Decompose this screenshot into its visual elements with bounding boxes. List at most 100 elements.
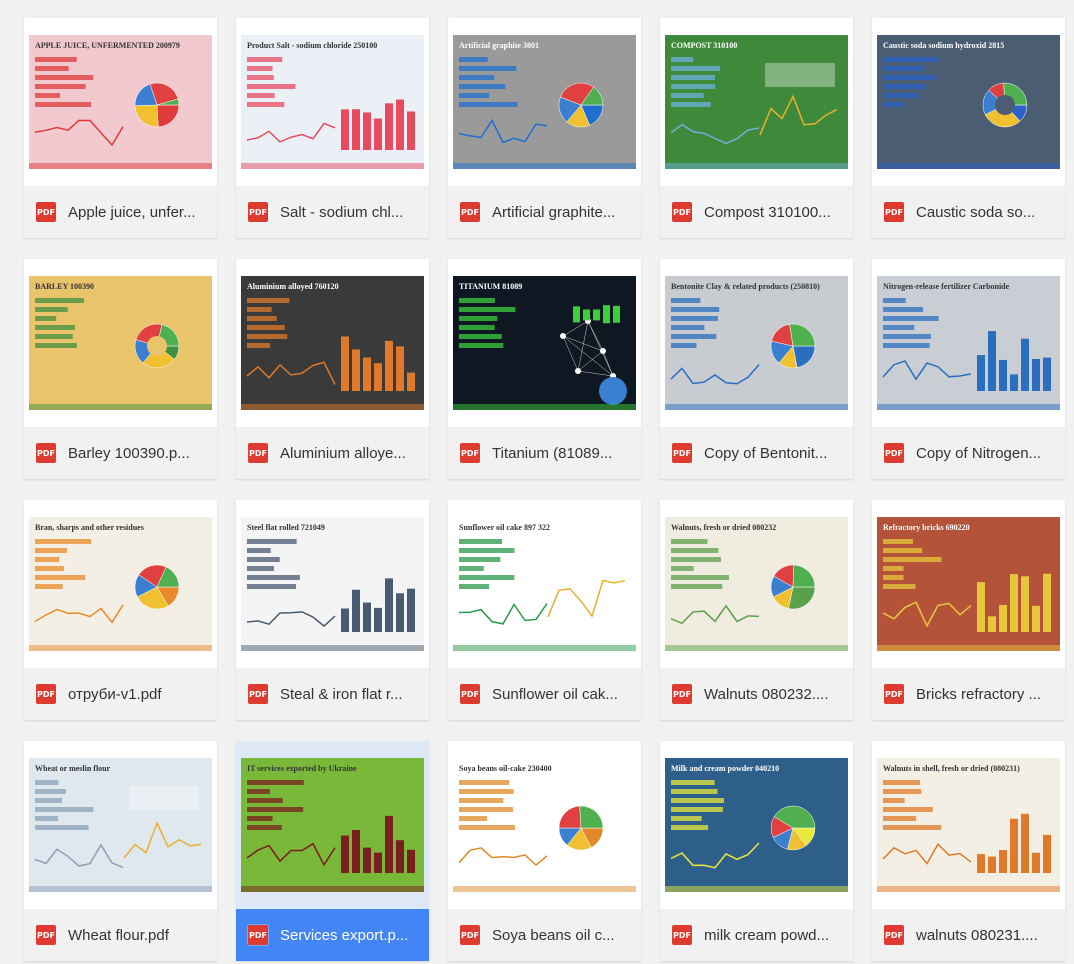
- file-caption[interactable]: PDF walnuts 080231....: [872, 909, 1065, 961]
- file-caption[interactable]: PDF Soya beans oil c...: [448, 909, 641, 961]
- pdf-icon: PDF: [884, 925, 904, 945]
- file-caption[interactable]: PDF Titanium (81089...: [448, 427, 641, 479]
- file-caption[interactable]: PDF Barley 100390.p...: [24, 427, 217, 479]
- file-thumbnail-area[interactable]: Soya beans oil-cake 230400: [448, 741, 641, 909]
- file-thumbnail-area[interactable]: Bentonite Clay & related products (25081…: [660, 259, 853, 427]
- file-card[interactable]: Wheat or meslin flour PDF Wheat flour.pdf: [24, 741, 217, 961]
- file-name: Walnuts 080232....: [704, 685, 829, 703]
- thumbnail-title: IT services exported by Ukraine: [247, 764, 357, 773]
- thumbnail-title: BARLEY 100390: [35, 282, 94, 291]
- pdf-icon: PDF: [460, 443, 480, 463]
- file-thumbnail: Sunflower oil cake 897 322: [453, 517, 636, 651]
- file-name: Sunflower oil cak...: [492, 685, 618, 703]
- file-thumbnail: Aluminium alloyed 760120: [241, 276, 424, 410]
- file-thumbnail-area[interactable]: Refractory bricks 690220: [872, 500, 1065, 668]
- file-caption[interactable]: PDF Sunflower oil cak...: [448, 668, 641, 720]
- file-caption[interactable]: PDF Services export.p...: [236, 909, 429, 961]
- file-caption[interactable]: PDF Walnuts 080232....: [660, 668, 853, 720]
- thumbnail-title: Bran, sharps and other residues: [35, 523, 144, 532]
- thumbnail-preview: TITANIUM 81089: [453, 276, 636, 410]
- file-card[interactable]: Walnuts in shell, fresh or dried (080231…: [872, 741, 1065, 961]
- file-card[interactable]: Aluminium alloyed 760120 PDF Aluminium all…: [236, 259, 429, 479]
- file-name: отруби-v1.pdf: [68, 685, 162, 703]
- pdf-icon: PDF: [248, 925, 268, 945]
- file-caption[interactable]: PDF отруби-v1.pdf: [24, 668, 217, 720]
- file-card[interactable]: APPLE JUICE, UNFERMENTED 200979 PDF Apple …: [24, 18, 217, 238]
- pdf-icon: PDF: [884, 202, 904, 222]
- file-card[interactable]: TITANIUM 81089 PDF Titanium (81089...: [448, 259, 641, 479]
- pdf-icon: PDF: [36, 925, 56, 945]
- thumbnail-preview: Aluminium alloyed 760120: [241, 276, 424, 410]
- pdf-icon: PDF: [36, 202, 56, 222]
- file-card[interactable]: Refractory bricks 690220 PDF Bricks refrac…: [872, 500, 1065, 720]
- file-thumbnail: Refractory bricks 690220: [877, 517, 1060, 651]
- file-card[interactable]: Steel flat rolled 721049 PDF Steal & iron …: [236, 500, 429, 720]
- file-caption[interactable]: PDF Steal & iron flat r...: [236, 668, 429, 720]
- file-card[interactable]: BARLEY 100390 PDF Barley 100390.p...: [24, 259, 217, 479]
- thumbnail-title: Wheat or meslin flour: [35, 764, 111, 773]
- file-caption[interactable]: PDF Artificial graphite...: [448, 186, 641, 238]
- file-caption[interactable]: PDF Copy of Nitrogen...: [872, 427, 1065, 479]
- thumbnail-preview: APPLE JUICE, UNFERMENTED 200979: [29, 35, 212, 169]
- pdf-icon: PDF: [884, 684, 904, 704]
- file-thumbnail-area[interactable]: BARLEY 100390: [24, 259, 217, 427]
- file-card[interactable]: Bentonite Clay & related products (25081…: [660, 259, 853, 479]
- file-card[interactable]: Artificial graphite 3801 PDF Artificial gr…: [448, 18, 641, 238]
- file-card[interactable]: Soya beans oil-cake 230400 PDF Soya beans …: [448, 741, 641, 961]
- thumbnail-preview: Product Salt - sodium chloride 250100: [241, 35, 424, 169]
- thumbnail-title: Bentonite Clay & related products (25081…: [671, 282, 820, 291]
- file-thumbnail-area[interactable]: IT services exported by Ukraine: [236, 741, 429, 909]
- file-thumbnail-area[interactable]: Product Salt - sodium chloride 250100: [236, 18, 429, 186]
- file-thumbnail: Wheat or meslin flour: [29, 758, 212, 892]
- file-thumbnail-area[interactable]: TITANIUM 81089: [448, 259, 641, 427]
- thumbnail-title: Sunflower oil cake 897 322: [459, 523, 550, 532]
- thumbnail-title: Refractory bricks 690220: [883, 523, 970, 532]
- file-card[interactable]: Milk and cream powder 040210 PDF milk crea…: [660, 741, 853, 961]
- file-name: Salt - sodium chl...: [280, 203, 404, 221]
- thumbnail-title: Artificial graphite 3801: [459, 41, 539, 50]
- thumbnail-title: COMPOST 310100: [671, 41, 737, 50]
- file-thumbnail: BARLEY 100390: [29, 276, 212, 410]
- file-thumbnail-area[interactable]: Nitrogen-release fertilizer Carbonide: [872, 259, 1065, 427]
- file-card[interactable]: Nitrogen-release fertilizer Carbonide PDF…: [872, 259, 1065, 479]
- file-thumbnail-area[interactable]: Walnuts in shell, fresh or dried (080231…: [872, 741, 1065, 909]
- file-thumbnail-area[interactable]: Sunflower oil cake 897 322: [448, 500, 641, 668]
- file-thumbnail-area[interactable]: Milk and cream powder 040210: [660, 741, 853, 909]
- file-caption[interactable]: PDF milk cream powd...: [660, 909, 853, 961]
- pdf-icon: PDF: [460, 202, 480, 222]
- file-caption[interactable]: PDF Compost 310100...: [660, 186, 853, 238]
- file-card[interactable]: Bran, sharps and other residues PDF отруби…: [24, 500, 217, 720]
- file-thumbnail-area[interactable]: Caustic soda sodium hydroxid 2815: [872, 18, 1065, 186]
- file-card[interactable]: COMPOST 310100 PDF Compost 310100...: [660, 18, 853, 238]
- file-thumbnail: Milk and cream powder 040210: [665, 758, 848, 892]
- file-card[interactable]: Walnuts, fresh or dried 080232 PDF Walnuts…: [660, 500, 853, 720]
- file-thumbnail-area[interactable]: Wheat or meslin flour: [24, 741, 217, 909]
- thumbnail-title: Nitrogen-release fertilizer Carbonide: [883, 282, 1010, 291]
- file-card[interactable]: Sunflower oil cake 897 322 PDF Sunflower o…: [448, 500, 641, 720]
- file-card[interactable]: Caustic soda sodium hydroxid 2815 PDF Caus…: [872, 18, 1065, 238]
- file-thumbnail-area[interactable]: Bran, sharps and other residues: [24, 500, 217, 668]
- file-caption[interactable]: PDF Bricks refractory ...: [872, 668, 1065, 720]
- file-caption[interactable]: PDF Salt - sodium chl...: [236, 186, 429, 238]
- file-card[interactable]: IT services exported by Ukraine PDF Servic…: [236, 741, 429, 961]
- file-name: Services export.p...: [280, 926, 409, 944]
- file-caption[interactable]: PDF Aluminium alloye...: [236, 427, 429, 479]
- file-thumbnail-area[interactable]: Walnuts, fresh or dried 080232: [660, 500, 853, 668]
- file-thumbnail-area[interactable]: APPLE JUICE, UNFERMENTED 200979: [24, 18, 217, 186]
- pdf-icon: PDF: [672, 202, 692, 222]
- file-caption[interactable]: PDF Wheat flour.pdf: [24, 909, 217, 961]
- file-thumbnail: Caustic soda sodium hydroxid 2815: [877, 35, 1060, 169]
- file-caption[interactable]: PDF Apple juice, unfer...: [24, 186, 217, 238]
- file-caption[interactable]: PDF Caustic soda so...: [872, 186, 1065, 238]
- file-thumbnail-area[interactable]: COMPOST 310100: [660, 18, 853, 186]
- file-thumbnail-area[interactable]: Artificial graphite 3801: [448, 18, 641, 186]
- file-thumbnail-area[interactable]: Aluminium alloyed 760120: [236, 259, 429, 427]
- pdf-icon: PDF: [884, 443, 904, 463]
- file-thumbnail: TITANIUM 81089: [453, 276, 636, 410]
- thumbnail-preview: Walnuts, fresh or dried 080232: [665, 517, 848, 651]
- file-name: Barley 100390.p...: [68, 444, 190, 462]
- file-caption[interactable]: PDF Copy of Bentonit...: [660, 427, 853, 479]
- file-thumbnail-area[interactable]: Steel flat rolled 721049: [236, 500, 429, 668]
- file-card[interactable]: Product Salt - sodium chloride 250100 PDF…: [236, 18, 429, 238]
- thumbnail-preview: Sunflower oil cake 897 322: [453, 517, 636, 651]
